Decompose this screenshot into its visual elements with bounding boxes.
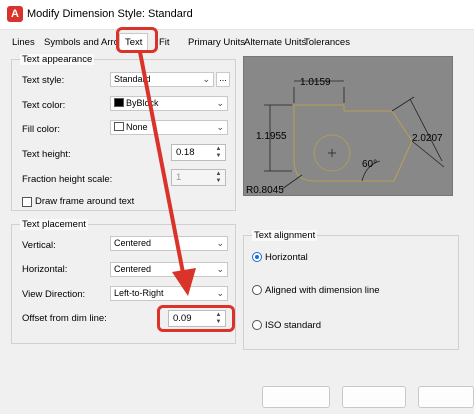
annotation-arrow [138,50,196,296]
